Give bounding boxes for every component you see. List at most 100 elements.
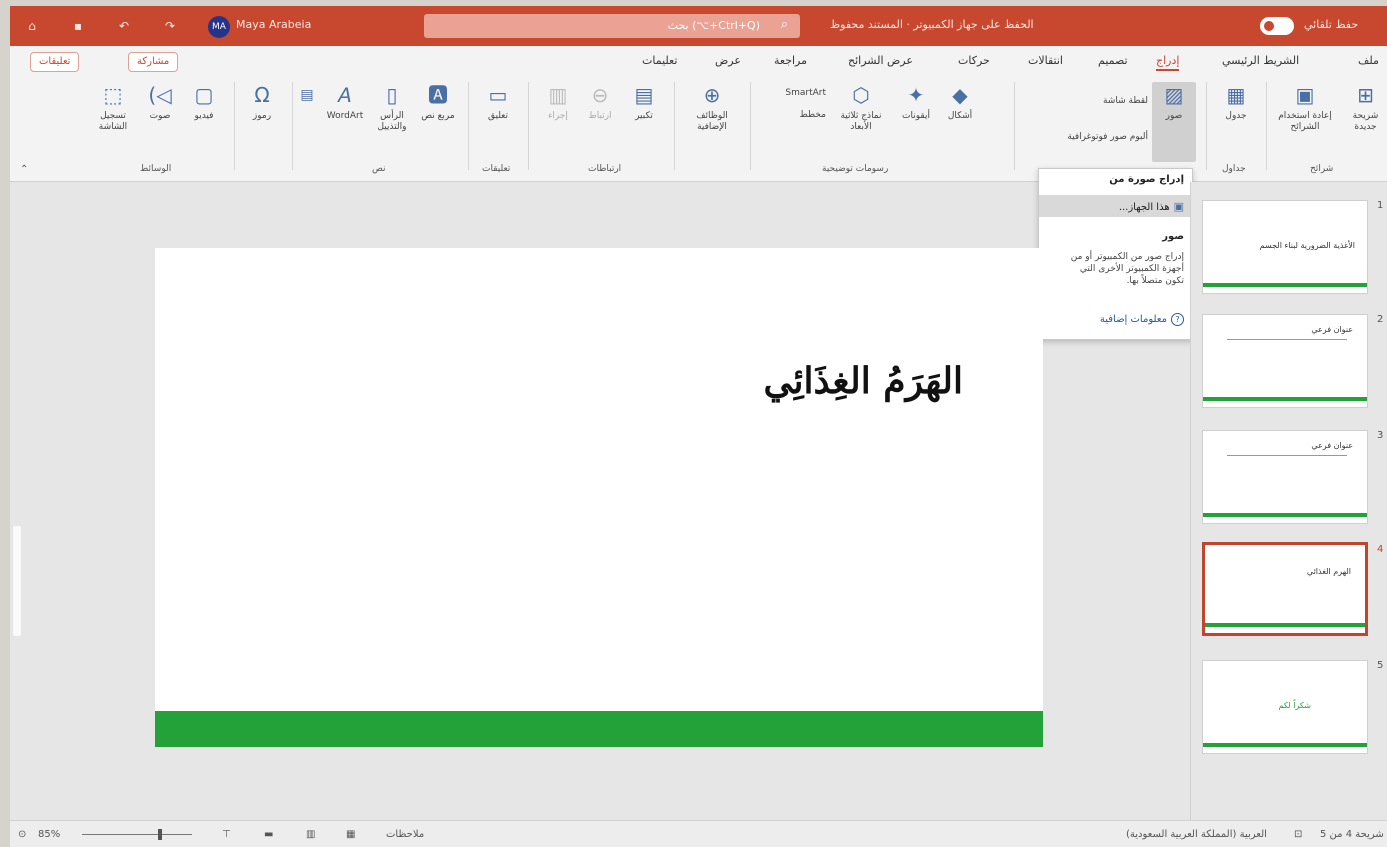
slide-thumbnail-1[interactable]: الأغذية الضرورية لبناء الجسم xyxy=(1202,200,1368,294)
language-indicator[interactable]: العربية (المملكة العربية السعودية) xyxy=(1126,829,1267,840)
reuse-slides-icon: ▣ xyxy=(1295,83,1315,107)
slide-thumbnail-2[interactable]: عنوان فرعي xyxy=(1202,314,1368,408)
search-input[interactable]: بحث (⌥+Ctrl+Q) ⌕ xyxy=(424,14,800,38)
home-icon[interactable]: ⌂ xyxy=(24,18,40,34)
slideshow-view-icon[interactable]: ▬ xyxy=(264,829,273,840)
link-button[interactable]: ⊖ ارتباط xyxy=(578,82,622,122)
search-icon: ⌕ xyxy=(780,17,788,32)
this-device-menu-item[interactable]: ▣هذا الجهاز... xyxy=(1039,195,1192,217)
zoom-level[interactable]: 85% xyxy=(38,829,60,840)
help-icon: ? xyxy=(1171,313,1184,326)
ribbon: تعليقات مشاركة تعليمات عرض مراجعة عرض ال… xyxy=(10,46,1387,182)
zoom-slider-handle[interactable] xyxy=(158,829,162,840)
pictures-button[interactable]: ▨ صور xyxy=(1152,82,1196,162)
avatar[interactable]: MA xyxy=(208,16,230,38)
wordart-button[interactable]: 𝘈 WordArt xyxy=(322,82,368,122)
addins-button[interactable]: ⊕ الوظائف الإضافية xyxy=(682,82,742,133)
thumbnail-title: الأغذية الضرورية لبناء الجسم xyxy=(1259,241,1355,250)
icons-button[interactable]: ✦ أيقونات xyxy=(894,82,938,122)
chart-button[interactable]: مخطط xyxy=(760,110,826,121)
slide-title[interactable]: الهَرَمُ الغِذَائِي xyxy=(763,360,963,402)
notes-button[interactable]: ملاحظات xyxy=(386,829,424,840)
tab-design[interactable]: تصميم xyxy=(1098,54,1128,67)
document-title: الحفظ على جهاز الكمبيوتر · المستند محفوظ xyxy=(830,18,1034,31)
group-illustrations-label: رسومات توضيحية xyxy=(822,164,889,174)
group-text-label: نص xyxy=(372,164,386,174)
shapes-button[interactable]: ◆ أشكال xyxy=(938,82,982,122)
comments-button[interactable]: تعليقات xyxy=(30,52,80,72)
autosave-toggle[interactable] xyxy=(1260,17,1294,35)
group-slides-label: شرائح xyxy=(1310,164,1334,174)
textbox-button[interactable]: 🅰 مربع نص xyxy=(416,82,460,122)
tab-help[interactable]: تعليمات xyxy=(642,54,677,67)
icons-gallery-icon: ✦ xyxy=(907,83,925,107)
normal-view-icon[interactable]: ▦ xyxy=(346,829,355,840)
shapes-icon: ◆ xyxy=(952,83,968,107)
link-icon: ⊖ xyxy=(591,83,609,107)
tab-home[interactable]: الشريط الرئيسي xyxy=(1222,54,1299,67)
smartart-button[interactable]: SmartArt xyxy=(760,88,826,99)
textbox-icon: 🅰 xyxy=(428,83,448,107)
undo-icon[interactable]: ↶ xyxy=(116,18,132,34)
text-extras-button[interactable]: ▤ xyxy=(298,82,320,111)
redo-icon[interactable]: ↷ xyxy=(162,18,178,34)
zoom-fit-icon[interactable]: ⊙ xyxy=(18,829,26,840)
tooltip-title: صور xyxy=(1162,231,1184,242)
tab-view[interactable]: عرض xyxy=(715,54,741,67)
collapse-ribbon-icon[interactable]: ⌃ xyxy=(20,164,28,175)
symbols-button[interactable]: Ω رموز xyxy=(240,82,284,122)
slide-thumbnail-3[interactable]: عنوان فرعي xyxy=(1202,430,1368,524)
zoom-slider[interactable] xyxy=(82,834,192,835)
table-button[interactable]: ▦ جدول xyxy=(1214,82,1258,122)
thumb-number: 1 xyxy=(1377,200,1384,211)
reading-view-icon[interactable]: ▥ xyxy=(306,829,315,840)
speaker-icon: ◁) xyxy=(148,83,172,107)
audio-button[interactable]: ◁) صوت xyxy=(138,82,182,122)
group-tables-label: جداول xyxy=(1222,164,1246,174)
action-icon: ▥ xyxy=(548,83,568,107)
tab-file[interactable]: ملف xyxy=(1358,54,1379,67)
header-footer-button[interactable]: ▯ الرأس والتذييل xyxy=(368,82,416,133)
group-media-label: الوسائط xyxy=(140,164,172,174)
header-footer-icon: ▯ xyxy=(386,83,398,107)
tooltip-description: إدراج صور من الكمبيوتر أو من أجهزة الكمب… xyxy=(1070,252,1184,286)
thumb-number: 3 xyxy=(1377,430,1384,441)
screen-recording-button[interactable]: ⬚ تسجيل الشاشة xyxy=(88,82,138,133)
photo-album-button[interactable]: ألبوم صور فوتوغرافية xyxy=(1024,132,1148,143)
comment-button[interactable]: ▭ تعليق xyxy=(476,82,520,122)
table-icon: ▦ xyxy=(1226,83,1246,107)
comment-icon: ▭ xyxy=(488,83,508,107)
wordart-icon: 𝘈 xyxy=(338,83,352,107)
group-links-label: ارتباطات xyxy=(588,164,622,174)
tab-review[interactable]: مراجعة xyxy=(774,54,807,67)
save-icon[interactable]: ▪ xyxy=(70,18,86,34)
date-time-icon: ▤ xyxy=(300,87,314,103)
zoom-link-button[interactable]: ▤ تكبير xyxy=(622,82,666,122)
canvas-scrollbar[interactable] xyxy=(13,526,21,636)
new-slide-button[interactable]: ⊞ شريحة جديدة xyxy=(1344,82,1387,133)
accessibility-icon[interactable]: ⊡ xyxy=(1294,829,1302,840)
presenter-view-icon[interactable]: ⊤ xyxy=(222,829,231,840)
slide-thumbnail-4[interactable]: الهرم الغذائي xyxy=(1202,542,1368,636)
screenshot-button[interactable]: لقطة شاشة xyxy=(1052,96,1148,107)
tab-insert[interactable]: إدراج xyxy=(1156,54,1180,71)
tab-animations[interactable]: حركات xyxy=(958,54,990,67)
zoom-icon: ▤ xyxy=(634,83,654,107)
thumbnail-title: الهرم الغذائي xyxy=(1306,567,1351,576)
slide-thumbnail-5[interactable]: شكراً لكم xyxy=(1202,660,1368,754)
slide-canvas[interactable]: الهَرَمُ الغِذَائِي xyxy=(155,248,1043,747)
tab-slideshow[interactable]: عرض الشرائح xyxy=(848,54,913,67)
insert-picture-dropdown: إدراج صورة من ▣هذا الجهاز... صور إدراج ص… xyxy=(1038,168,1193,340)
autosave-label: حفظ تلقائي xyxy=(1304,18,1359,31)
more-info-link[interactable]: ?معلومات إضافية xyxy=(1100,313,1184,326)
share-button[interactable]: مشاركة xyxy=(128,52,179,72)
reuse-slides-button[interactable]: ▣ إعادة استخدام الشرائح xyxy=(1272,82,1338,133)
video-button[interactable]: ▢ فيديو xyxy=(182,82,226,122)
action-button[interactable]: ▥ إجراء xyxy=(536,82,580,122)
title-bar: ⌂ ▪ ↶ ↷ MA Maya Arabeia بحث (⌥+Ctrl+Q) ⌕… xyxy=(10,6,1387,46)
thumb-number: 5 xyxy=(1377,660,1384,671)
3d-models-button[interactable]: ⬡ نماذج ثلاثية الأبعاد xyxy=(830,82,892,133)
ribbon-tabs: تعليقات مشاركة تعليمات عرض مراجعة عرض ال… xyxy=(10,46,1387,76)
status-bar: ⊙ 85% ⊤ ▬ ▥ ▦ ملاحظات العربية (المملكة ا… xyxy=(10,820,1387,847)
tab-transitions[interactable]: انتقالات xyxy=(1028,54,1063,67)
